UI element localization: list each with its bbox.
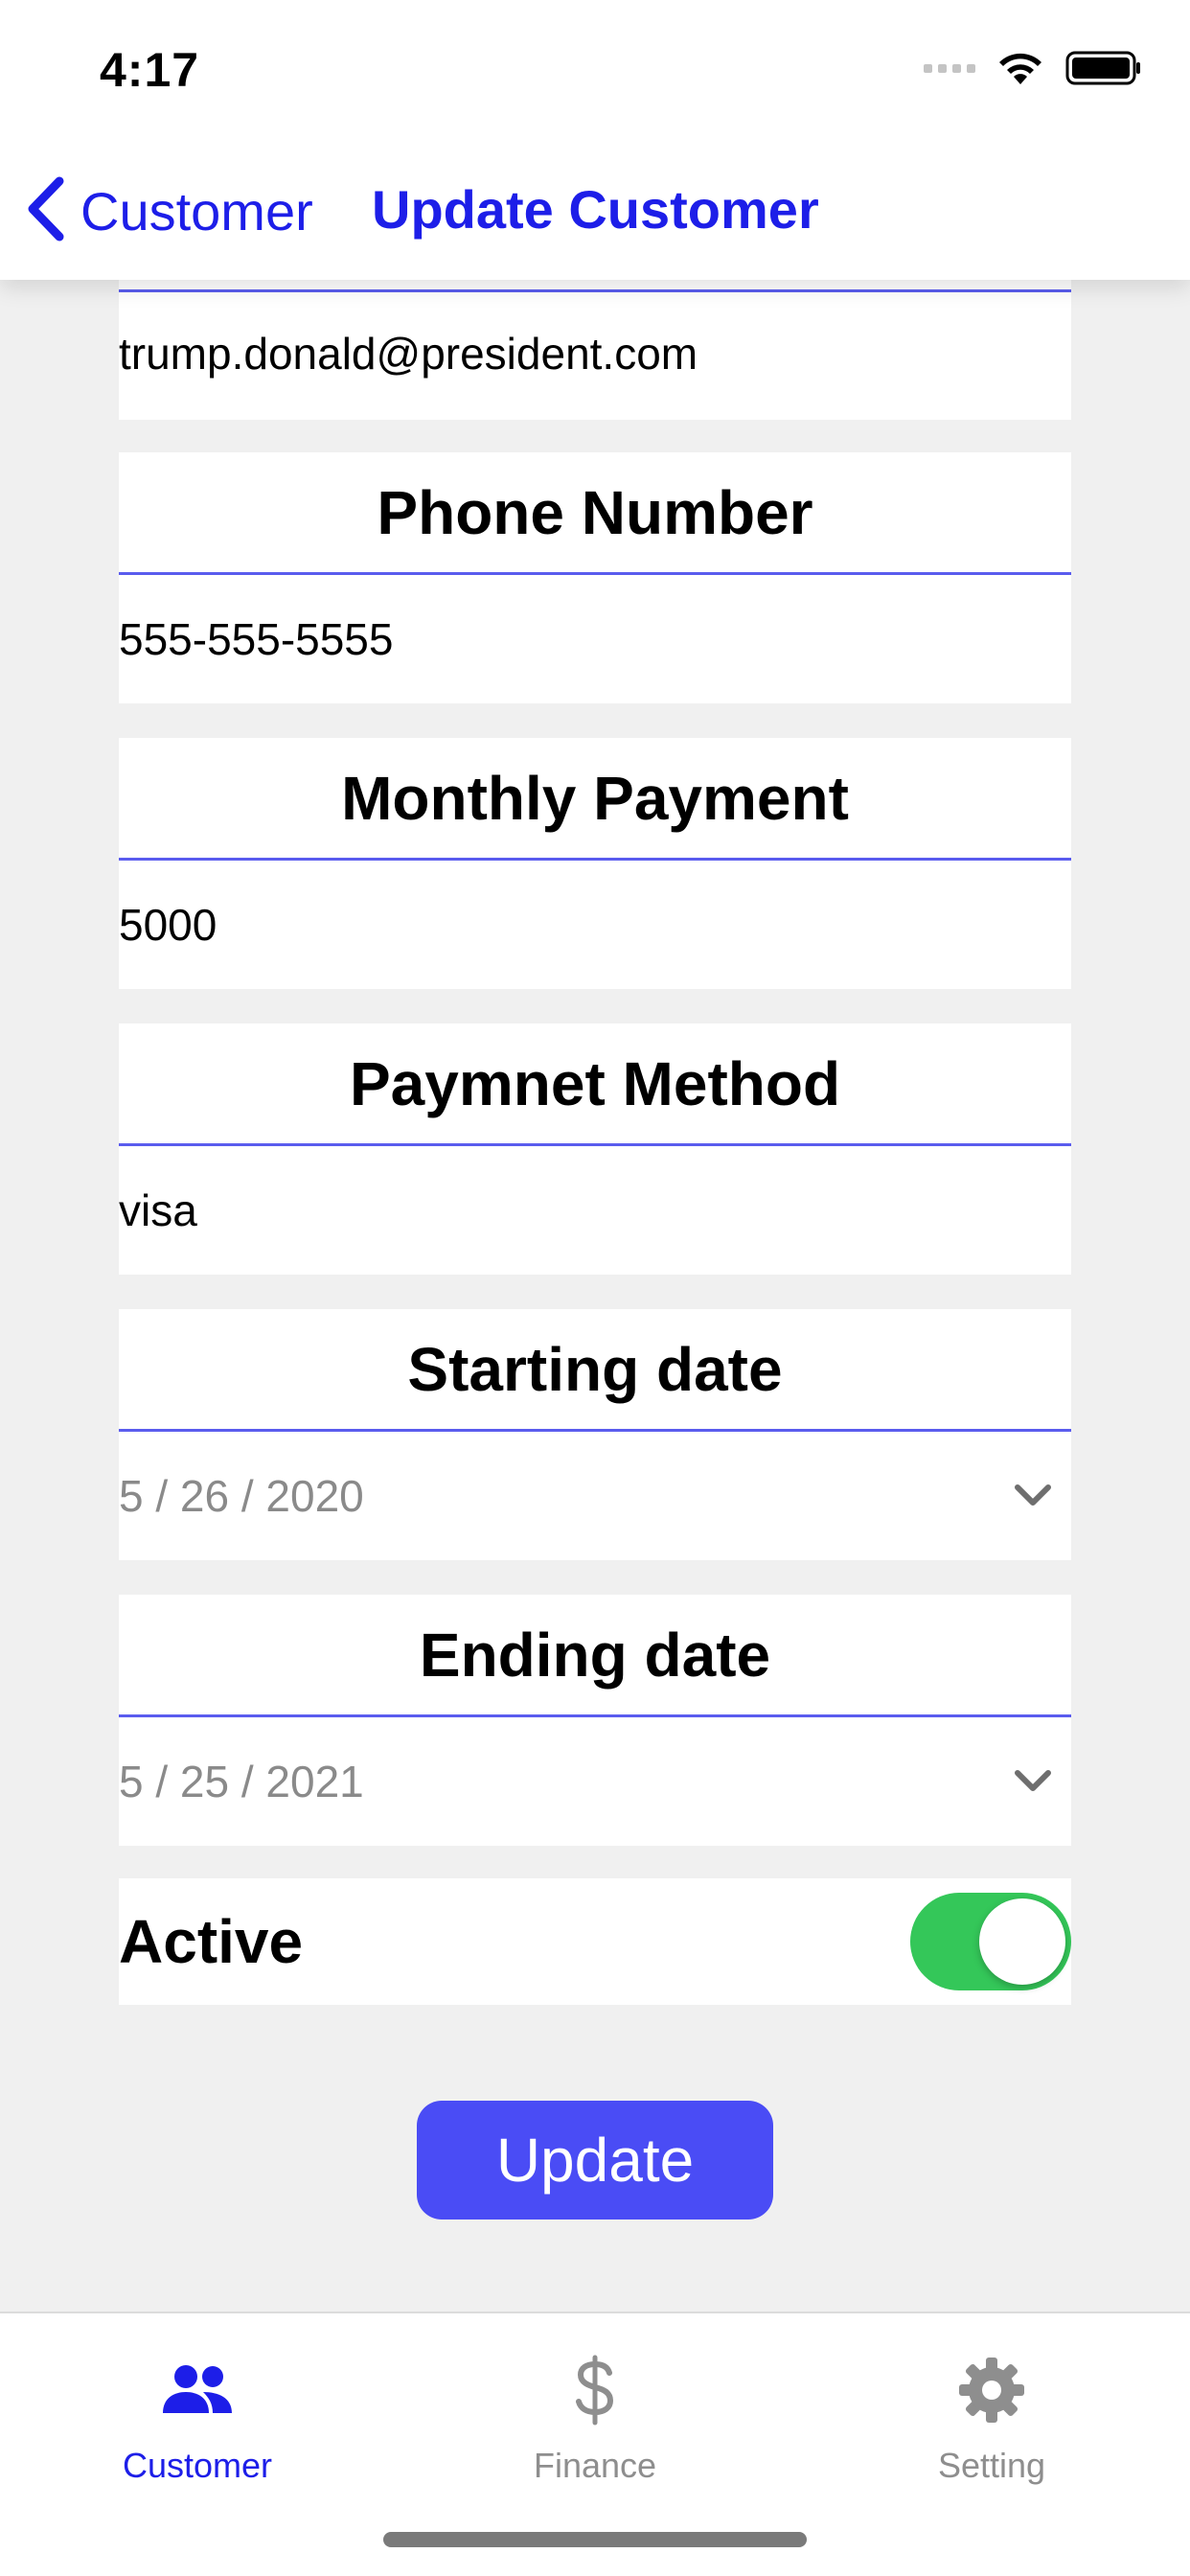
- email-value: trump.donald@president.com: [119, 329, 698, 379]
- home-indicator[interactable]: [383, 2532, 807, 2547]
- email-field[interactable]: trump.donald@president.com: [119, 280, 1071, 420]
- chevron-down-icon: [1014, 1484, 1052, 1508]
- phone-card: Phone Number 555-555-5555: [119, 452, 1071, 703]
- monthly-payment-card: Monthly Payment 5000: [119, 738, 1071, 989]
- tab-label: Finance: [533, 2446, 657, 2485]
- battery-icon: [1065, 50, 1142, 86]
- starting-date-label: Starting date: [119, 1309, 1071, 1432]
- tab-setting[interactable]: Setting: [848, 2352, 1135, 2486]
- tab-finance[interactable]: Finance: [451, 2352, 739, 2486]
- active-toggle[interactable]: [910, 1893, 1071, 1990]
- ending-date-label: Ending date: [119, 1595, 1071, 1717]
- toggle-knob: [979, 1898, 1065, 1985]
- starting-date-value: 5 / 26 / 2020: [119, 1471, 364, 1521]
- cellular-signal-icon: [924, 63, 975, 73]
- payment-method-input[interactable]: visa: [119, 1146, 1071, 1275]
- divider: [119, 289, 1071, 292]
- monthly-payment-input[interactable]: 5000: [119, 861, 1071, 989]
- status-icons: [924, 50, 1142, 86]
- payment-method-label: Paymnet Method: [119, 1024, 1071, 1146]
- active-row: Active: [119, 1878, 1071, 2005]
- wifi-icon: [996, 50, 1044, 86]
- back-label: Customer: [80, 180, 313, 242]
- starting-date-picker[interactable]: 5 / 26 / 2020: [119, 1432, 1071, 1560]
- tab-customer[interactable]: Customer: [54, 2352, 341, 2486]
- dollar-icon: [451, 2352, 739, 2428]
- status-time: 4:17: [100, 43, 200, 97]
- tab-label: Customer: [122, 2446, 273, 2485]
- chevron-left-icon: [23, 175, 67, 247]
- ending-date-picker[interactable]: 5 / 25 / 2021: [119, 1717, 1071, 1846]
- gear-icon: [848, 2352, 1135, 2428]
- tab-label: Setting: [937, 2446, 1046, 2485]
- monthly-payment-label: Monthly Payment: [119, 738, 1071, 861]
- update-button[interactable]: Update: [417, 2101, 773, 2220]
- people-icon: [54, 2352, 341, 2428]
- payment-method-card: Paymnet Method visa: [119, 1024, 1071, 1275]
- header: 4:17 Customer Update Customer: [0, 0, 1190, 280]
- phone-label: Phone Number: [119, 452, 1071, 575]
- active-label: Active: [119, 1907, 304, 1976]
- back-button[interactable]: Customer: [23, 172, 313, 249]
- starting-date-card: Starting date 5 / 26 / 2020: [119, 1309, 1071, 1560]
- page-title: Update Customer: [372, 179, 819, 240]
- phone-input[interactable]: 555-555-5555: [119, 575, 1071, 703]
- ending-date-value: 5 / 25 / 2021: [119, 1757, 364, 1806]
- ending-date-card: Ending date 5 / 25 / 2021: [119, 1595, 1071, 1846]
- chevron-down-icon: [1014, 1769, 1052, 1794]
